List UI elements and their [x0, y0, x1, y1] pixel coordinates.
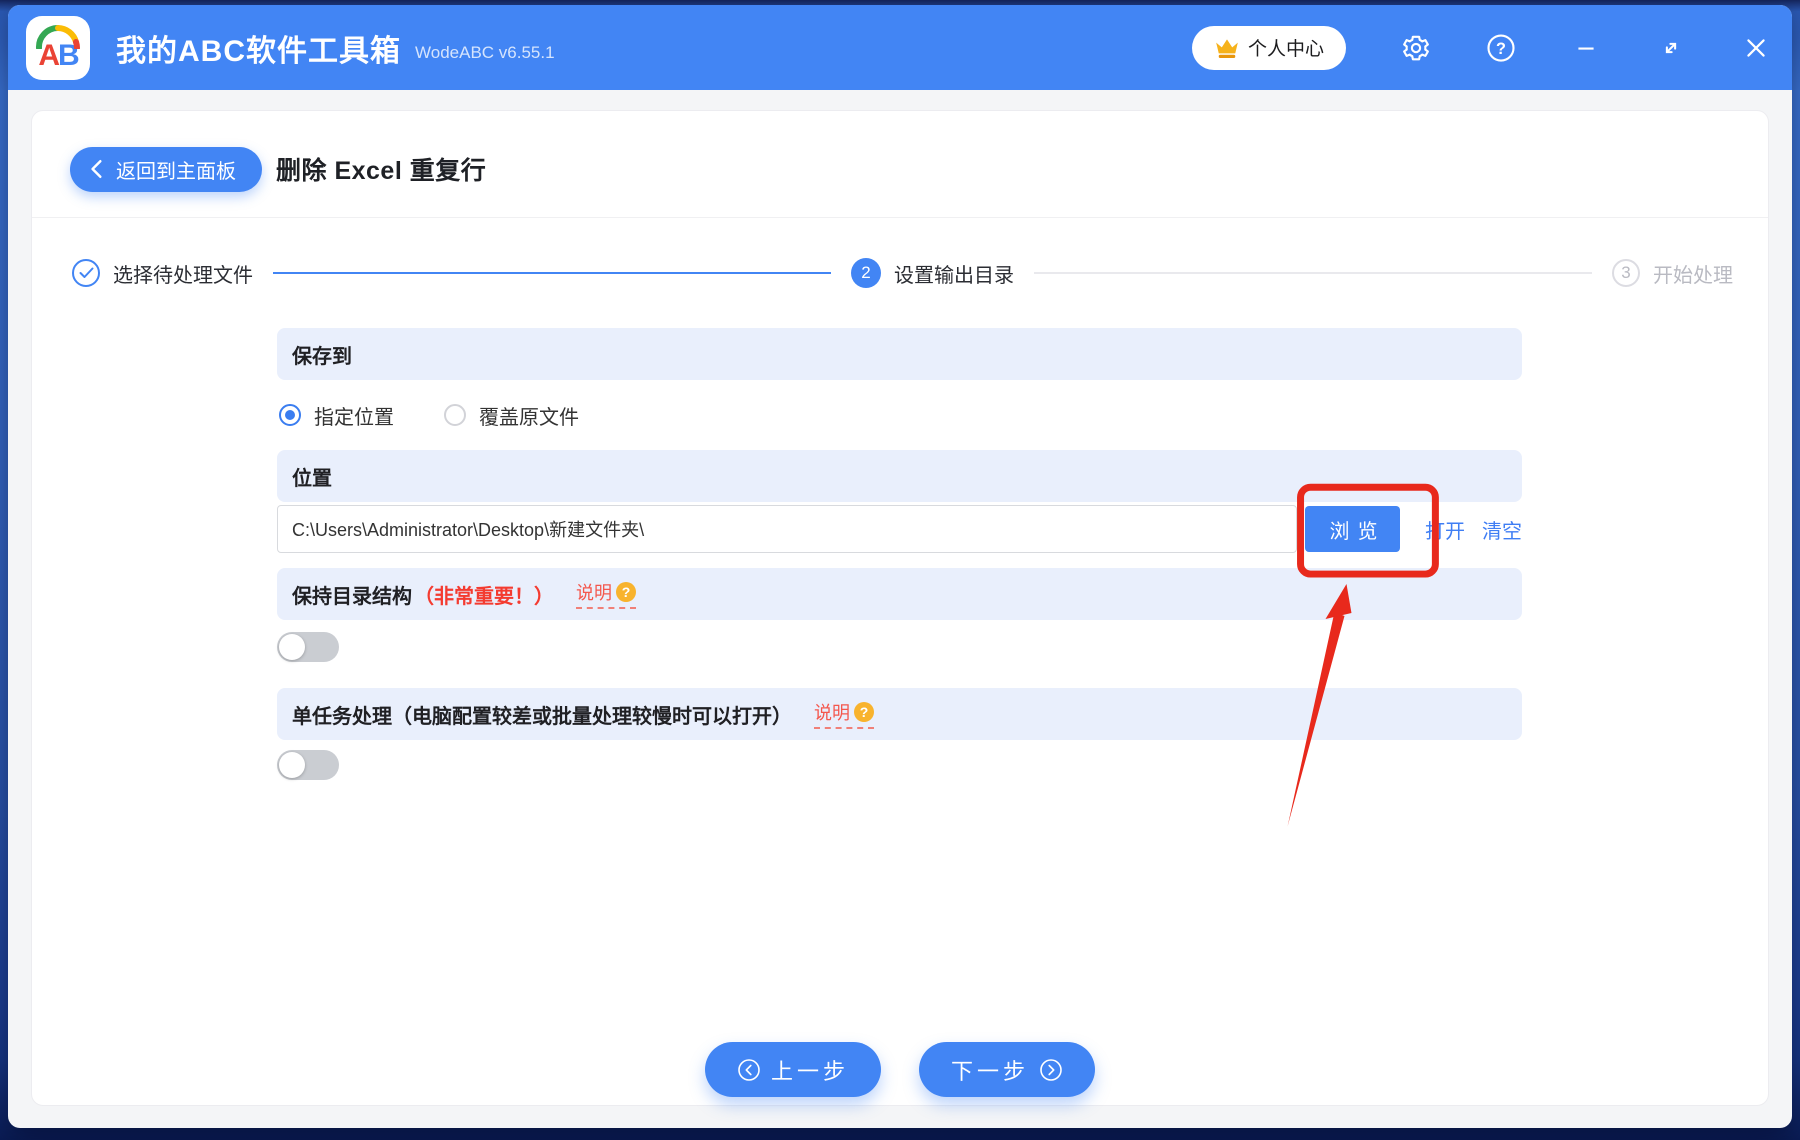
app-version: WodeABC v6.55.1 [415, 42, 555, 62]
next-step-button[interactable]: 下一步 [919, 1042, 1096, 1097]
help-button[interactable]: ? [1481, 28, 1521, 68]
maximize-icon [1665, 42, 1677, 53]
crown-icon [1216, 38, 1238, 58]
location-row: 浏览 打开 清空 [277, 505, 1522, 553]
radio-overwrite-original-label: 覆盖原文件 [479, 406, 579, 429]
close-icon [1747, 38, 1765, 57]
minimize-icon [1578, 46, 1594, 50]
user-center-label: 个人中心 [1247, 39, 1324, 60]
single-task-header: 单任务处理（电脑配置较差或批量处理较慢时可以打开） 说明 ? [277, 688, 1522, 740]
card-header: 返回到主面板 删除 Excel 重复行 [32, 111, 1768, 218]
question-badge-icon: ? [616, 582, 636, 602]
step-3: 3 开始处理 [1612, 259, 1733, 288]
keep-structure-title: 保持目录结构 [292, 585, 412, 608]
single-task-help-link[interactable]: 说明 ? [814, 699, 874, 729]
prev-step-button[interactable]: 上一步 [704, 1042, 881, 1097]
maximize-button[interactable] [1651, 28, 1691, 68]
help-link-label: 说明 [814, 703, 850, 723]
browse-button[interactable]: 浏览 [1305, 506, 1400, 552]
radio-unselected-icon [444, 404, 466, 426]
gear-icon [1403, 35, 1429, 60]
question-badge-icon: ? [854, 702, 874, 722]
circle-arrow-left-icon [738, 1058, 760, 1081]
step-connector-done [273, 272, 831, 274]
back-to-main-button[interactable]: 返回到主面板 [70, 146, 262, 192]
prev-step-label: 上一步 [770, 1058, 849, 1084]
step-1: 选择待处理文件 [72, 259, 253, 288]
desktop-background: AB 我的ABC软件工具箱 WodeABC v6.55.1 个人中心 ? 返回到… [0, 0, 1800, 1140]
app-logo: AB [26, 15, 90, 80]
logo-arc-icon [36, 24, 80, 49]
open-link[interactable]: 打开 [1425, 515, 1465, 544]
keep-structure-toggle-row [277, 632, 1522, 662]
keep-structure-toggle[interactable] [277, 632, 339, 662]
app-title: 我的ABC软件工具箱 [116, 34, 401, 68]
step-2-label: 设置输出目录 [894, 264, 1014, 287]
page-title: 删除 Excel 重复行 [276, 157, 487, 185]
user-center-button[interactable]: 个人中心 [1191, 25, 1346, 70]
step-3-label: 开始处理 [1653, 264, 1733, 287]
settings-button[interactable] [1396, 28, 1436, 68]
location-header: 位置 [277, 450, 1522, 502]
step-indicator: 选择待处理文件 2 设置输出目录 3 开始处理 [32, 218, 1768, 328]
titlebar: AB 我的ABC软件工具箱 WodeABC v6.55.1 个人中心 ? [8, 5, 1792, 90]
radio-selected-icon [279, 404, 301, 426]
minimize-button[interactable] [1566, 28, 1606, 68]
chevron-left-icon [91, 160, 102, 178]
radio-specified-location-label: 指定位置 [314, 406, 394, 429]
single-task-toggle-row [277, 750, 1522, 780]
radio-specified-location[interactable]: 指定位置 [279, 401, 394, 430]
clear-link[interactable]: 清空 [1482, 515, 1522, 544]
app-window: AB 我的ABC软件工具箱 WodeABC v6.55.1 个人中心 ? 返回到… [8, 5, 1792, 1128]
next-step-label: 下一步 [951, 1058, 1030, 1084]
circle-arrow-right-icon [1040, 1058, 1062, 1081]
step-connector-pending [1034, 272, 1592, 274]
help-link-label: 说明 [576, 583, 612, 603]
radio-overwrite-original[interactable]: 覆盖原文件 [444, 401, 579, 430]
single-task-toggle[interactable] [277, 750, 339, 780]
wizard-footer: 上一步 下一步 [32, 1042, 1768, 1097]
save-to-header: 保存到 [277, 328, 1522, 380]
step-3-number: 3 [1612, 259, 1640, 287]
keep-structure-help-link[interactable]: 说明 ? [576, 579, 636, 609]
back-button-label: 返回到主面板 [116, 160, 236, 183]
help-icon: ? [1487, 33, 1515, 62]
important-warning: （非常重要！） [414, 585, 554, 608]
step-1-label: 选择待处理文件 [113, 264, 253, 287]
step-2: 2 设置输出目录 [851, 258, 1014, 288]
output-path-input[interactable] [277, 505, 1297, 553]
save-to-options: 指定位置 覆盖原文件 [277, 380, 1522, 450]
toggle-knob [279, 634, 305, 660]
svg-text:?: ? [1496, 39, 1506, 57]
step-2-number: 2 [851, 258, 881, 288]
window-body: 返回到主面板 删除 Excel 重复行 选择待处理文件 2 设置输出目录 3 开… [8, 90, 1792, 1128]
step-1-check-icon [72, 259, 100, 287]
keep-structure-header: 保持目录结构 （非常重要！） 说明 ? [277, 568, 1522, 620]
settings-content: 保存到 指定位置 覆盖原文件 位置 浏 [277, 328, 1522, 780]
close-button[interactable] [1736, 28, 1776, 68]
content-card: 返回到主面板 删除 Excel 重复行 选择待处理文件 2 设置输出目录 3 开… [31, 110, 1769, 1106]
single-task-title: 单任务处理（电脑配置较差或批量处理较慢时可以打开） [292, 705, 792, 728]
toggle-knob [279, 752, 305, 778]
